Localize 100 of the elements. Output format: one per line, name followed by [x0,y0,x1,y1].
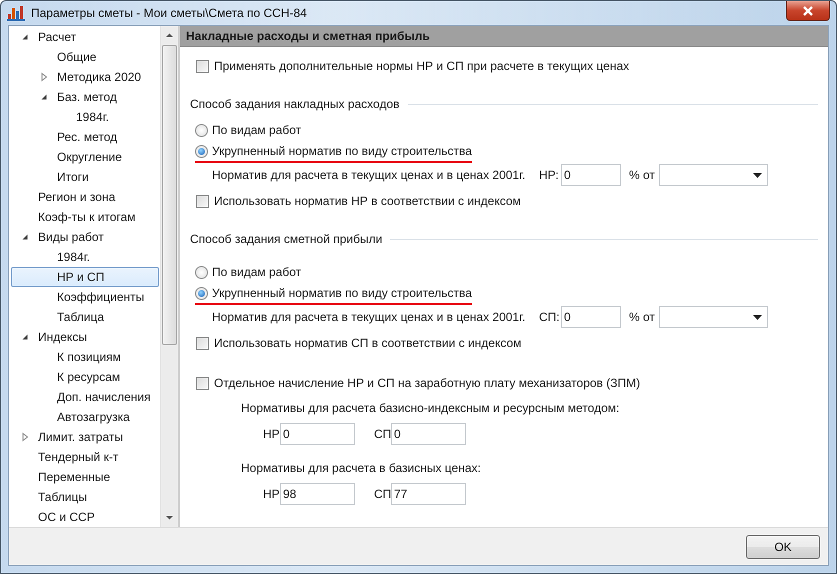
tree-item[interactable]: Автозагрузка [11,407,159,427]
tree-item[interactable]: К позициям [11,347,159,367]
tree-item-label: Тендерный к-т [38,450,118,464]
field-label: % от [629,310,653,324]
window-title: Параметры сметы - Мои сметы\Смета по ССН-84 [31,6,307,20]
tree-item-label: Общие [57,50,96,64]
radio-button[interactable] [195,266,208,278]
norm-label: Норматив для расчета в текущих ценах и в ценах 2001г. [212,310,526,324]
section-title: Способ задания сметной прибыли [190,232,382,246]
checkbox[interactable] [196,60,209,72]
tree-item[interactable]: Индексы [11,327,159,347]
tree-item-label: Лимит. затраты [38,430,123,444]
tree-item-label: Методика 2020 [57,70,142,84]
scrollbar[interactable] [160,26,178,527]
input-field[interactable]: 98 [280,483,355,505]
tree-item[interactable]: ОС и ССР [11,507,159,527]
scroll-down-icon[interactable] [165,513,174,522]
tree-item[interactable]: 1984г. [11,107,159,127]
close-icon [802,6,814,16]
tree-item-label: Рес. метод [57,130,118,144]
ok-button[interactable]: OK [746,534,820,558]
scrollbar-thumb[interactable] [162,45,177,345]
field-label: СП: [539,310,561,324]
tree-item[interactable]: Доп. начисления [11,387,159,407]
tree-item[interactable]: Баз. метод [11,87,159,107]
tree-item[interactable]: Рес. метод [11,127,159,147]
input-field[interactable]: 0 [391,423,466,445]
tree-item-label: Коэффициенты [57,290,144,304]
tree-item[interactable]: Коэффициенты [11,287,159,307]
dropdown-arrow-icon [753,314,762,320]
tree-item[interactable]: Общие [11,47,159,67]
field-label: СП [374,487,391,501]
tree-item[interactable]: НР и СП [11,267,159,287]
collapse-triangle-icon[interactable] [20,232,30,242]
tree-item-label: Переменные [38,470,110,484]
group-title: Нормативы для расчета в базисных ценах: [241,460,482,477]
field-label: НР [263,487,280,501]
tree-item-label: Баз. метод [57,90,117,104]
tree-item-label: Доп. начисления [57,390,151,404]
scroll-up-icon[interactable] [165,31,174,40]
expand-triangle-icon[interactable] [20,432,30,442]
tree-item[interactable]: Методика 2020 [11,67,159,87]
tree-item[interactable]: Регион и зона [11,187,159,207]
tree-item[interactable]: Виды работ [11,227,159,247]
tree-item-label: 1984г. [76,110,109,124]
norm-label: Норматив для расчета в текущих ценах и в ценах 2001г. [212,168,526,182]
tree-item[interactable]: Тендерный к-т [11,447,159,467]
field-label: % от [629,168,653,182]
tree-item-label: 1984г. [57,250,90,264]
panel-title: Накладные расходы и сметная прибыль [180,26,828,47]
tree-item[interactable]: Переменные [11,467,159,487]
tree-item[interactable]: Лимит. затраты [11,427,159,447]
collapse-triangle-icon[interactable] [20,332,30,342]
checkbox[interactable] [196,376,209,390]
checkbox-label: Отдельное начисление НР и СП на заработную плату механизаторов (ЗПМ) [214,376,640,390]
input-field[interactable]: 0 [561,164,621,186]
input-field[interactable]: 77 [391,483,466,505]
radio-button[interactable] [195,286,208,300]
field-label: НР: [539,168,560,182]
tree-item-label: Регион и зона [38,190,116,204]
tree-item-label: К позициям [57,350,121,364]
tree-item-label: Виды работ [38,230,104,244]
tree-item[interactable]: Таблица [11,307,159,327]
tree-item-label: К ресурсам [57,370,120,384]
tree-item-label: Коэф-ты к итогам [38,210,136,224]
tree-item[interactable]: Коэф-ты к итогам [11,207,159,227]
checkbox-label: Использовать норматив СП в соответствии с индексом [214,336,522,350]
app-icon [7,5,25,21]
tree-item[interactable]: Таблицы [11,487,159,507]
tree-item-label: ОС и ССР [38,510,95,524]
collapse-triangle-icon[interactable] [39,92,49,102]
tree-item-label: Таблица [57,310,104,324]
tree-item[interactable]: К ресурсам [11,367,159,387]
radio-label: Укрупненный норматив по виду строительства [212,286,472,300]
tree-item[interactable]: Итоги [11,167,159,187]
field-label: НР [263,427,280,441]
group-title: Нормативы для расчета базисно-индексным и ресурсным методом: [241,400,620,417]
tree-item-label: Расчет [38,30,76,44]
tree-item-label: Таблицы [38,490,88,504]
tree-item[interactable]: Расчет [11,27,159,47]
input-field[interactable]: 0 [561,306,621,328]
expand-triangle-icon[interactable] [39,72,49,82]
collapse-triangle-icon[interactable] [20,32,30,42]
checkbox[interactable] [196,336,209,350]
tree-item-label: НР и СП [57,270,104,284]
tree-item[interactable]: 1984г. [11,247,159,267]
radio-label: По видам работ [212,123,302,137]
radio-label: По видам работ [212,265,302,279]
section-title: Способ задания накладных расходов [190,97,400,111]
close-button[interactable] [786,1,830,21]
tree-item-label: Округление [57,150,122,164]
radio-button[interactable] [195,124,208,136]
checkbox-label: Использовать норматив НР в соответствии с индексом [214,194,521,208]
radio-button[interactable] [195,144,208,158]
tree-item[interactable]: Округление [11,147,159,167]
tree-item-label: Автозагрузка [57,410,130,424]
checkbox[interactable] [196,194,209,208]
input-field[interactable]: 0 [280,423,355,445]
tree-item-label: Итоги [57,170,89,184]
radio-label: Укрупненный норматив по виду строительства [212,144,472,158]
